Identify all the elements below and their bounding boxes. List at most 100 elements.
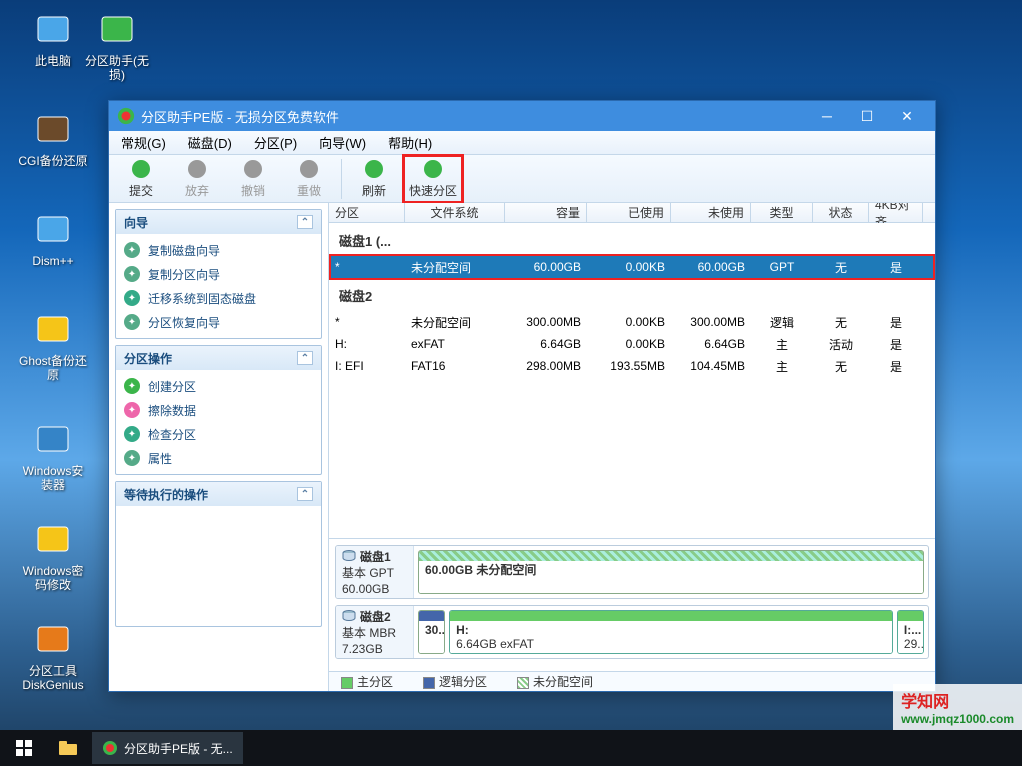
menu-item[interactable]: 帮助(H): [382, 131, 438, 154]
column-header[interactable]: 容量: [505, 203, 587, 222]
desktop-icon[interactable]: Ghost备份还原: [18, 310, 88, 382]
minimize-button[interactable]: ─: [807, 106, 847, 126]
table-cell: 未分配空间: [405, 314, 505, 331]
pending-panel-header[interactable]: 等待执行的操作 ⌃: [116, 482, 321, 506]
start-button[interactable]: [4, 732, 44, 764]
menu-item[interactable]: 磁盘(D): [182, 131, 238, 154]
column-header[interactable]: 未使用: [671, 203, 751, 222]
wizard-panel-title: 向导: [124, 214, 148, 231]
table-cell: 无: [813, 314, 869, 331]
partition-table: 磁盘1 (... *未分配空间60.00GB0.00KB60.00GBGPT无是…: [329, 223, 935, 538]
desktop-icon[interactable]: CGI备份还原: [18, 110, 88, 168]
提交-button[interactable]: 提交: [113, 157, 169, 201]
desktop-icon[interactable]: Windows密码修改: [18, 520, 88, 592]
panel-item-label: 检查分区: [148, 426, 196, 443]
column-header[interactable]: 分区: [329, 203, 405, 222]
table-cell: 193.55MB: [587, 359, 671, 373]
panel-item-label: 创建分区: [148, 378, 196, 395]
disk-map-row[interactable]: 磁盘1 基本 GPT 60.00GB 60.00GB 未分配空间: [335, 545, 929, 599]
table-cell: I: EFI: [329, 359, 405, 373]
panel-item[interactable]: ✦擦除数据: [118, 398, 319, 422]
panel-item[interactable]: ✦ 创建分区: [118, 374, 319, 398]
table-row[interactable]: H:exFAT6.64GB0.00KB6.64GB主活动是: [329, 333, 935, 355]
放弃-button[interactable]: 放弃: [169, 157, 225, 201]
disk-bar[interactable]: I:...29...: [897, 610, 924, 654]
disk-map-label: 磁盘2 基本 MBR 7.23GB: [336, 606, 414, 658]
table-cell: 是: [869, 336, 923, 353]
toolbar-label: 重做: [297, 182, 321, 199]
column-header[interactable]: 文件系统: [405, 203, 505, 222]
collapse-icon[interactable]: ⌃: [297, 487, 313, 501]
disk-bar[interactable]: H:6.64GB exFAT: [449, 610, 893, 654]
panel-item-icon: ✦: [124, 450, 140, 466]
ops-panel-header[interactable]: 分区操作 ⌃: [116, 346, 321, 370]
close-button[interactable]: ✕: [887, 106, 927, 126]
table-row[interactable]: *未分配空间300.00MB0.00KB300.00MB逻辑无是: [329, 311, 935, 333]
panel-item-label: 属性: [148, 450, 172, 467]
快速分区-button[interactable]: 快速分区: [405, 157, 461, 201]
table-cell: GPT: [751, 260, 813, 274]
toolbar: 提交放弃撤销 重做 刷新快速分区: [109, 155, 935, 203]
table-row[interactable]: *未分配空间60.00GB0.00KB60.00GBGPT无是: [329, 256, 935, 278]
desktop-icon-label: Windows密码修改: [18, 564, 88, 592]
toolbar-label: 快速分区: [409, 182, 457, 199]
pending-panel: 等待执行的操作 ⌃: [115, 481, 322, 627]
panel-item[interactable]: ✦迁移系统到固态磁盘: [118, 286, 319, 310]
collapse-icon[interactable]: ⌃: [297, 215, 313, 229]
maximize-button[interactable]: ☐: [847, 106, 887, 126]
table-cell: 是: [869, 259, 923, 276]
collapse-icon[interactable]: ⌃: [297, 351, 313, 365]
legend-logical: 逻辑分区: [439, 675, 487, 689]
table-row[interactable]: I: EFIFAT16298.00MB193.55MB104.45MB主无是: [329, 355, 935, 377]
wizard-panel-header[interactable]: 向导 ⌃: [116, 210, 321, 234]
panel-item[interactable]: ✦检查分区: [118, 422, 319, 446]
titlebar[interactable]: 分区助手PE版 - 无损分区免费软件 ─ ☐ ✕: [109, 101, 935, 131]
panel-item[interactable]: ✦分区恢复向导: [118, 310, 319, 334]
panel-item[interactable]: ✦复制分区向导: [118, 262, 319, 286]
column-header[interactable]: 已使用: [587, 203, 671, 222]
app-icon: [33, 210, 73, 250]
disk-map-row[interactable]: 磁盘2 基本 MBR 7.23GB 30...H:6.64GB exFATI:.…: [335, 605, 929, 659]
ops-panel: 分区操作 ⌃ ✦ 创建分区 ✦擦除数据✦检查分区 ✦ 属性: [115, 345, 322, 475]
table-cell: 是: [869, 358, 923, 375]
column-header[interactable]: 状态: [813, 203, 869, 222]
app-icon: [33, 310, 73, 350]
table-cell: *: [329, 315, 405, 329]
table-cell: 逻辑: [751, 314, 813, 331]
toolbar-label: 撤销: [241, 182, 265, 199]
撤销-button[interactable]: 撤销: [225, 157, 281, 201]
刷新-button[interactable]: 刷新: [346, 157, 402, 201]
app-icon: [117, 107, 135, 125]
table-cell: 6.64GB: [671, 337, 751, 351]
disk-bar[interactable]: 60.00GB 未分配空间: [418, 550, 924, 594]
desktop-icon[interactable]: 分区助手(无损): [82, 10, 152, 82]
desktop-icon[interactable]: 此电脑: [18, 10, 88, 68]
app-window: 分区助手PE版 - 无损分区免费软件 ─ ☐ ✕ 常规(G) 磁盘(D) 分区(P)…: [108, 100, 936, 692]
disk-icon: [422, 158, 444, 180]
menu-item[interactable]: 分区(P): [248, 131, 303, 154]
redo-icon: [298, 158, 320, 180]
desktop-icon[interactable]: Windows安装器: [18, 420, 88, 492]
menu-item[interactable]: 常规(G): [115, 131, 172, 154]
ops-panel-title: 分区操作: [124, 350, 172, 367]
desktop-icon-label: Ghost备份还原: [18, 354, 88, 382]
table-cell: 60.00GB: [505, 260, 587, 274]
toolbar-label: 提交: [129, 182, 153, 199]
app-icon: [33, 10, 73, 50]
taskbar-explorer[interactable]: [48, 732, 88, 764]
column-header[interactable]: 类型: [751, 203, 813, 222]
desktop-icon[interactable]: Dism++: [18, 210, 88, 268]
desktop-icon-label: 分区工具DiskGenius: [18, 664, 88, 692]
重做-button[interactable]: 重做: [281, 157, 337, 201]
app-icon: [33, 110, 73, 150]
disk-bar[interactable]: 30...: [418, 610, 445, 654]
panel-item[interactable]: ✦复制磁盘向导: [118, 238, 319, 262]
table-cell: 298.00MB: [505, 359, 587, 373]
arrow-left-icon: [186, 158, 208, 180]
panel-item[interactable]: ✦ 属性: [118, 446, 319, 470]
column-header[interactable]: 4KB对齐: [869, 203, 923, 222]
taskbar-app[interactable]: 分区助手PE版 - 无...: [92, 732, 243, 764]
menu-item[interactable]: 向导(W): [313, 131, 372, 154]
desktop-icon[interactable]: 分区工具DiskGenius: [18, 620, 88, 692]
panel-item-icon: ✦: [124, 378, 140, 394]
